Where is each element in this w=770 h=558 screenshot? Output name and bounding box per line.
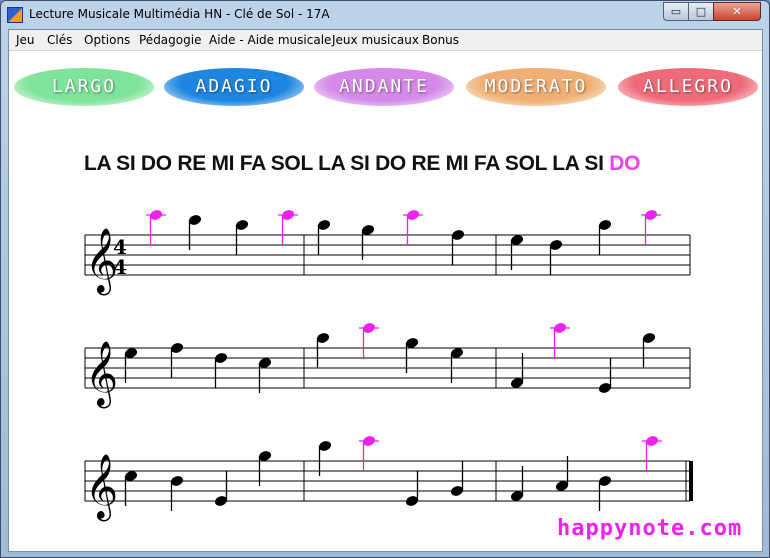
app-icon[interactable] bbox=[7, 7, 23, 23]
final-bar-thick bbox=[689, 461, 693, 501]
happynote-logo: happynote.com bbox=[557, 516, 743, 541]
minimize-button[interactable]: ▭ bbox=[663, 2, 689, 21]
treble-clef-icon: 𝄞 bbox=[85, 341, 118, 408]
music-score: 𝄞44𝄞𝄞 bbox=[84, 210, 693, 521]
close-button[interactable]: ✕ bbox=[713, 2, 761, 21]
app-window: Lecture Musicale Multimédia HN - Clé de … bbox=[0, 0, 770, 558]
title-bar[interactable]: Lecture Musicale Multimédia HN - Clé de … bbox=[1, 1, 769, 29]
window-title: Lecture Musicale Multimédia HN - Clé de … bbox=[29, 7, 330, 21]
maximize-button[interactable]: □ bbox=[688, 2, 714, 21]
time-signature-bottom: 4 bbox=[113, 255, 127, 279]
client-area: Jeu Clés Options Pédagogie Aide - Aide m… bbox=[8, 29, 763, 552]
treble-clef-icon: 𝄞 bbox=[85, 454, 118, 521]
